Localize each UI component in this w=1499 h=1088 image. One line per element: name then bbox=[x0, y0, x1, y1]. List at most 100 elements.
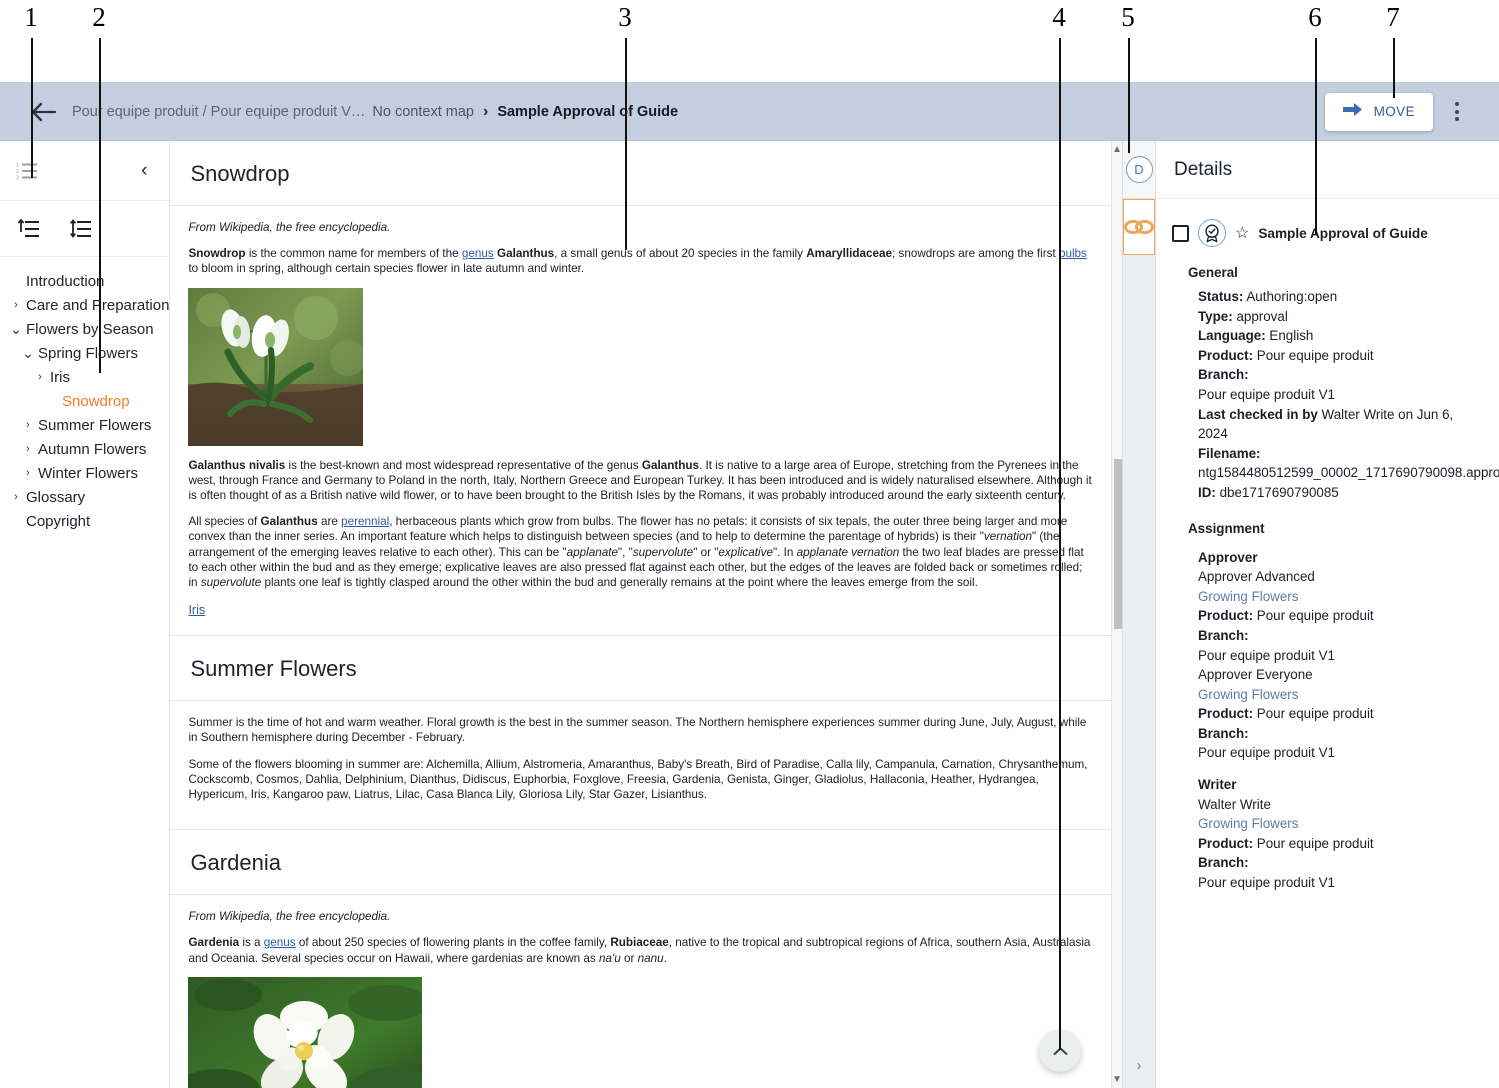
approval-rings-icon[interactable] bbox=[1123, 199, 1155, 255]
text-run: All species of bbox=[188, 515, 260, 528]
chevron-down-icon[interactable]: ⌄ bbox=[20, 349, 36, 357]
field-value: Pour equipe produit V1 bbox=[1198, 387, 1335, 402]
general-field: ID: dbe1717690790085 bbox=[1198, 483, 1483, 503]
svg-text:2: 2 bbox=[16, 169, 19, 175]
genus-link[interactable]: genus bbox=[264, 936, 296, 949]
section-title: Gardenia bbox=[190, 850, 1087, 876]
chevron-right-icon[interactable]: › bbox=[32, 372, 48, 383]
iris-link[interactable]: Iris bbox=[188, 603, 205, 617]
breadcrumb-product[interactable]: Pour equipe produit / Pour equipe produi… bbox=[72, 104, 365, 120]
toc-item-label: Summer Flowers bbox=[36, 417, 151, 434]
chevron-right-icon[interactable]: › bbox=[8, 300, 24, 311]
scrollbar-up-arrow-icon[interactable]: ▲ bbox=[1112, 141, 1122, 158]
text-run: ", " bbox=[618, 546, 633, 559]
document-scrollbar[interactable]: ▲ ▼ bbox=[1111, 141, 1122, 1088]
toc-item-winter-flowers[interactable]: ›Winter Flowers bbox=[0, 461, 169, 485]
assignment-group-link[interactable]: Growing Flowers bbox=[1198, 685, 1483, 705]
toc-item-label: Spring Flowers bbox=[36, 345, 138, 362]
right-icon-strip: D › bbox=[1122, 141, 1155, 1088]
checkbox-unchecked-icon[interactable] bbox=[1172, 225, 1189, 242]
text-run: plants one leaf is tightly clasped aroun… bbox=[261, 576, 978, 589]
toc-item-care-and-preparation[interactable]: ›Care and Preparation bbox=[0, 293, 169, 317]
scroll-to-top-button[interactable] bbox=[1039, 1030, 1081, 1072]
text-run: of about 250 species of flowering plants… bbox=[296, 936, 611, 949]
section-title: Snowdrop bbox=[190, 161, 1087, 187]
toc-item-introduction[interactable]: ›Introduction bbox=[0, 269, 169, 293]
field-value: approval bbox=[1233, 309, 1288, 324]
toc-item-glossary[interactable]: ›Glossary bbox=[0, 485, 169, 509]
general-field: Last checked in by Walter Write on Jun 6… bbox=[1198, 405, 1483, 444]
numbered-list-icon[interactable]: 1 2 3 bbox=[16, 161, 38, 181]
callout-number-3: 3 bbox=[618, 4, 632, 31]
toc-toolbar bbox=[0, 201, 169, 257]
avatar[interactable]: D bbox=[1126, 156, 1153, 183]
collapse-panel-icon[interactable]: ‹ bbox=[133, 156, 155, 186]
field-value: Pour equipe produit bbox=[1253, 706, 1374, 721]
breadcrumb: Pour equipe produit / Pour equipe produi… bbox=[72, 103, 678, 121]
field-value: Pour equipe produit bbox=[1253, 608, 1374, 623]
text-run: is the common name for members of the bbox=[246, 247, 462, 260]
field-key: Branch: bbox=[1198, 855, 1249, 870]
text-run: Amaryllidaceae bbox=[806, 247, 892, 260]
move-button[interactable]: MOVE bbox=[1325, 93, 1433, 131]
chevron-right-icon[interactable]: › bbox=[20, 420, 36, 431]
summer-paragraph-1: Summer is the time of hot and warm weath… bbox=[188, 715, 1093, 745]
text-run: is a bbox=[239, 936, 264, 949]
field-value: ntg1584480512599_00002_1717690790098.app… bbox=[1198, 465, 1499, 480]
toc-item-spring-flowers[interactable]: ⌄Spring Flowers bbox=[0, 341, 169, 365]
toc-item-snowdrop[interactable]: ›Snowdrop bbox=[0, 389, 169, 413]
chevron-right-icon[interactable]: › bbox=[8, 492, 24, 503]
toc-tree: ›Introduction›Care and Preparation⌄Flowe… bbox=[0, 257, 169, 533]
assignment-value: Walter Write bbox=[1198, 795, 1483, 815]
main-body: 1 2 3 ‹ bbox=[0, 141, 1499, 1088]
svg-text:1: 1 bbox=[16, 162, 19, 168]
genus-link[interactable]: genus bbox=[462, 247, 494, 260]
scrollbar-down-arrow-icon[interactable]: ▼ bbox=[1112, 1071, 1122, 1088]
text-run: applanate bbox=[567, 546, 618, 559]
chevron-right-icon[interactable]: › bbox=[20, 468, 36, 479]
toc-item-summer-flowers[interactable]: ›Summer Flowers bbox=[0, 413, 169, 437]
snowdrop-paragraph-1: Snowdrop is the common name for members … bbox=[188, 246, 1093, 276]
assignment-role-heading: Writer bbox=[1198, 775, 1483, 795]
text-run: Gardenia bbox=[188, 936, 239, 949]
text-run: applanate vernation bbox=[797, 546, 900, 559]
details-panel: Details ☆ Sample Approval of Guide bbox=[1155, 141, 1499, 1088]
snowdrop-paragraph-2: Galanthus nivalis is the best-known and … bbox=[188, 458, 1093, 504]
toc-item-label: Snowdrop bbox=[60, 393, 130, 410]
assignment-field: Branch: bbox=[1198, 724, 1483, 744]
section-body-gardenia: From Wikipedia, the free encyclopedia. G… bbox=[170, 895, 1111, 1088]
back-arrow-icon[interactable] bbox=[20, 88, 68, 136]
expand-strip-icon[interactable]: › bbox=[1123, 1057, 1155, 1074]
toc-item-label: Flowers by Season bbox=[24, 321, 154, 338]
toc-item-autumn-flowers[interactable]: ›Autumn Flowers bbox=[0, 437, 169, 461]
toc-item-flowers-by-season[interactable]: ⌄Flowers by Season bbox=[0, 317, 169, 341]
more-vertical-icon[interactable] bbox=[1439, 92, 1475, 132]
general-field-list: Status: Authoring:openType: approvalLang… bbox=[1172, 287, 1483, 503]
perennial-link[interactable]: perennial bbox=[341, 515, 389, 528]
chevron-down-icon[interactable]: ⌄ bbox=[8, 325, 24, 333]
text-run: ; snowdrops are among the first bbox=[892, 247, 1059, 260]
collapse-all-icon[interactable] bbox=[70, 219, 92, 239]
toc-sidebar: 1 2 3 ‹ bbox=[0, 141, 170, 1088]
application-window: Pour equipe produit / Pour equipe produi… bbox=[0, 82, 1499, 1087]
assignment-heading: Assignment bbox=[1188, 521, 1483, 536]
text-run: or bbox=[621, 952, 638, 965]
top-toolbar: Pour equipe produit / Pour equipe produi… bbox=[0, 83, 1499, 141]
field-key: Branch: bbox=[1198, 367, 1249, 382]
text-run: to bloom in spring, although certain spe… bbox=[188, 262, 584, 275]
move-button-label: MOVE bbox=[1374, 104, 1415, 119]
field-key: Filename: bbox=[1198, 446, 1261, 461]
assignment-field: Product: Pour equipe produit bbox=[1198, 834, 1483, 854]
assignment-group-link[interactable]: Growing Flowers bbox=[1198, 814, 1483, 834]
section-header-gardenia: Gardenia bbox=[170, 829, 1111, 895]
expand-all-icon[interactable] bbox=[18, 219, 40, 239]
breadcrumb-current: Sample Approval of Guide bbox=[497, 104, 678, 120]
breadcrumb-context-map[interactable]: No context map bbox=[372, 104, 474, 120]
bulbs-link[interactable]: bulbs bbox=[1059, 247, 1087, 260]
star-outline-icon[interactable]: ☆ bbox=[1235, 223, 1249, 243]
toc-item-iris[interactable]: ›Iris bbox=[0, 365, 169, 389]
snowdrop-paragraph-3: All species of Galanthus are perennial, … bbox=[188, 514, 1093, 590]
toc-item-copyright[interactable]: ›Copyright bbox=[0, 509, 169, 533]
chevron-right-icon[interactable]: › bbox=[20, 444, 36, 455]
assignment-group-link[interactable]: Growing Flowers bbox=[1198, 587, 1483, 607]
